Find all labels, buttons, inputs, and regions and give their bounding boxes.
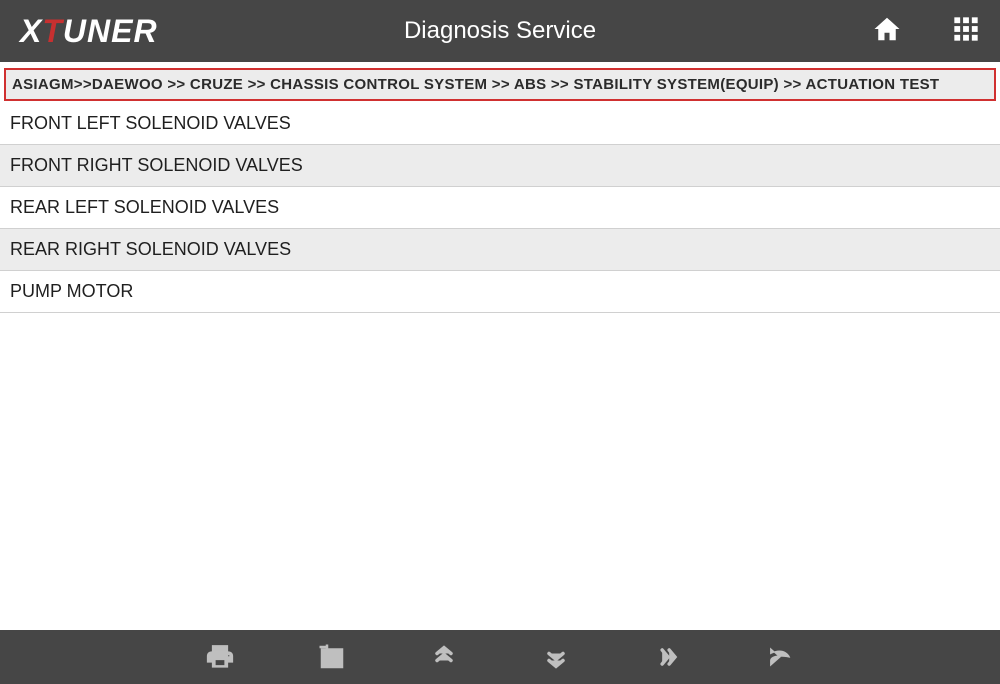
back-icon[interactable] (762, 639, 798, 675)
page-title: Diagnosis Service (404, 17, 596, 45)
home-icon[interactable] (870, 14, 904, 49)
list-item[interactable]: FRONT RIGHT SOLENOID VALVES (0, 145, 1000, 187)
list-item[interactable]: FRONT LEFT SOLENOID VALVES (0, 103, 1000, 145)
breadcrumb: ASIAGM>>DAEWOO >> CRUZE >> CHASSIS CONTR… (4, 68, 996, 101)
list-item[interactable]: REAR RIGHT SOLENOID VALVES (0, 229, 1000, 271)
list-item[interactable]: REAR LEFT SOLENOID VALVES (0, 187, 1000, 229)
header-actions (870, 14, 980, 49)
footer-toolbar (0, 630, 1000, 684)
forward-icon[interactable] (650, 639, 686, 675)
apps-grid-icon[interactable] (952, 15, 980, 48)
logo-x: X (20, 13, 42, 50)
print-icon[interactable] (202, 639, 238, 675)
logo-t: T (42, 13, 63, 50)
actuation-test-list: FRONT LEFT SOLENOID VALVES FRONT RIGHT S… (0, 103, 1000, 313)
header: XTUNER Diagnosis Service (0, 0, 1000, 62)
logo: XTUNER (20, 13, 158, 50)
list-item[interactable]: PUMP MOTOR (0, 271, 1000, 313)
scroll-down-icon[interactable] (538, 639, 574, 675)
logo-rest: UNER (63, 13, 158, 50)
scroll-up-icon[interactable] (426, 639, 462, 675)
screenshot-icon[interactable] (314, 639, 350, 675)
